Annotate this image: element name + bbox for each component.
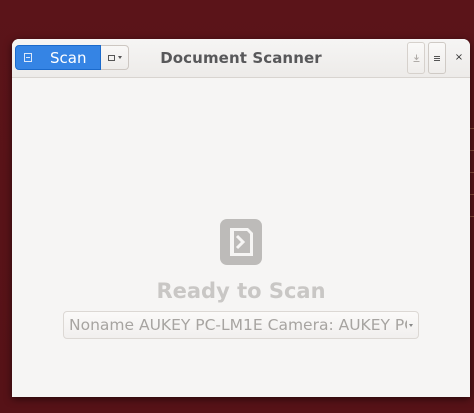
document-icon: [220, 219, 262, 265]
main-content: Ready to Scan Noname AUKEY PC-LM1E Camer…: [12, 78, 470, 397]
save-button[interactable]: [407, 42, 425, 74]
menu-button[interactable]: [428, 42, 446, 74]
headerbar: Scan Document Scanner ×: [12, 39, 470, 78]
close-button[interactable]: ×: [452, 49, 466, 65]
download-icon: [413, 54, 419, 62]
window-title: Document Scanner: [160, 49, 322, 67]
device-select-value: Noname AUKEY PC-LM1E Camera: AUKEY PC-: [69, 316, 407, 334]
desktop: Scan Document Scanner × Ready to Scan No…: [0, 0, 474, 413]
hamburger-icon: [434, 55, 440, 61]
status-text: Ready to Scan: [156, 279, 326, 303]
chevron-down-icon: [409, 323, 413, 327]
close-icon: ×: [454, 51, 464, 63]
scanner-window: Scan Document Scanner × Ready to Scan No…: [12, 39, 470, 397]
device-select[interactable]: Noname AUKEY PC-LM1E Camera: AUKEY PC-: [63, 311, 419, 339]
